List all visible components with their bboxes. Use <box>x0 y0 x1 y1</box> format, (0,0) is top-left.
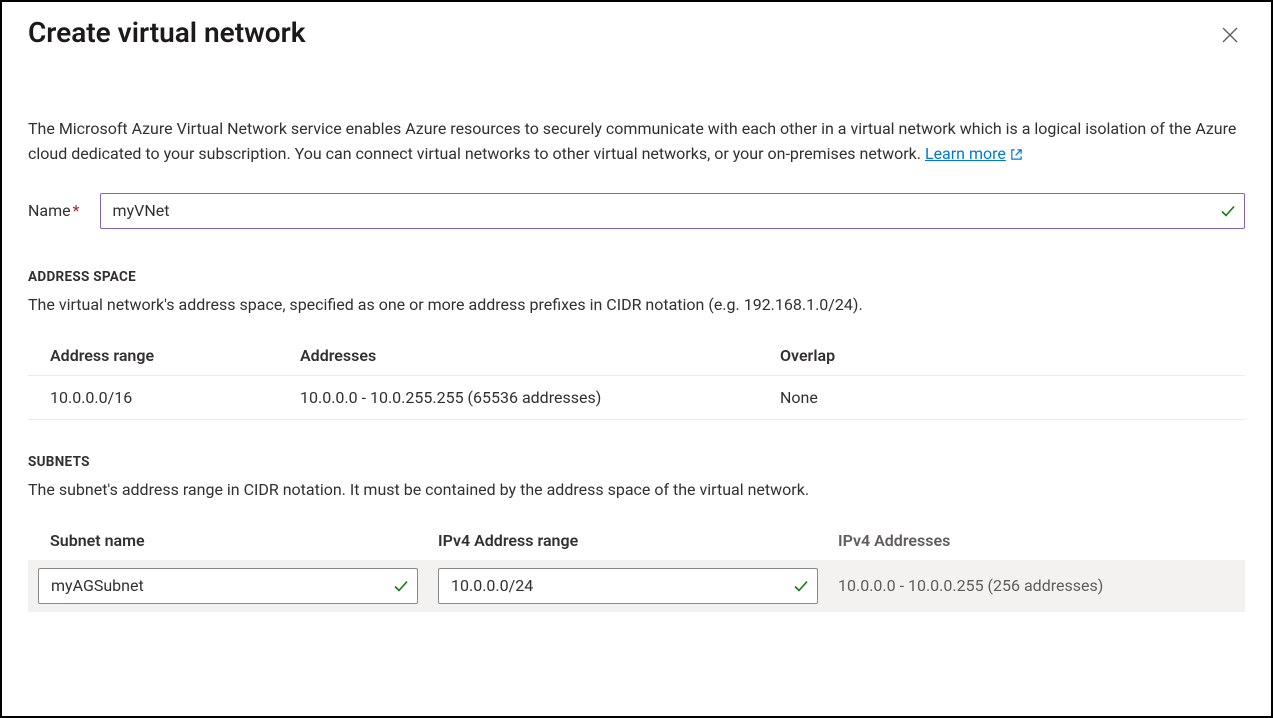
cell-subnet-range <box>428 560 828 612</box>
cell-subnet-addresses: 10.0.0.0 - 10.0.0.255 (256 addresses) <box>828 560 1245 612</box>
cell-overlap: None <box>758 375 1245 419</box>
intro-text: The Microsoft Azure Virtual Network serv… <box>28 119 1236 163</box>
close-button[interactable] <box>1215 20 1245 50</box>
subnets-table: Subnet name IPv4 Address range IPv4 Addr… <box>28 521 1245 612</box>
external-link-icon <box>1010 148 1023 161</box>
valid-check-icon <box>1219 202 1237 220</box>
col-subnet-addresses: IPv4 Addresses <box>828 521 1245 560</box>
learn-more-link[interactable]: Learn more <box>925 142 1023 167</box>
col-addresses: Addresses <box>278 336 758 376</box>
col-overlap: Overlap <box>758 336 1245 376</box>
name-input[interactable] <box>100 193 1245 229</box>
col-subnet-range: IPv4 Address range <box>428 521 828 560</box>
cell-addresses: 10.0.0.0 - 10.0.255.255 (65536 addresses… <box>278 375 758 419</box>
address-space-heading: ADDRESS SPACE <box>28 269 1245 285</box>
panel-title: Create virtual network <box>28 16 306 49</box>
col-subnet-name: Subnet name <box>28 521 428 560</box>
learn-more-label: Learn more <box>925 142 1006 167</box>
close-icon <box>1221 26 1239 44</box>
name-input-wrap <box>100 193 1245 229</box>
cell-subnet-name <box>28 560 428 612</box>
address-space-description: The virtual network's address space, spe… <box>28 295 1245 314</box>
table-row[interactable]: 10.0.0.0/16 10.0.0.0 - 10.0.255.255 (655… <box>28 375 1245 419</box>
required-indicator: * <box>73 201 80 220</box>
col-address-range: Address range <box>28 336 278 376</box>
table-row[interactable]: 10.0.0.0 - 10.0.0.255 (256 addresses) <box>28 560 1245 612</box>
subnets-description: The subnet's address range in CIDR notat… <box>28 480 1245 499</box>
subnet-range-input[interactable] <box>438 568 818 604</box>
table-header-row: Address range Addresses Overlap <box>28 336 1245 376</box>
name-form-row: Name* <box>28 193 1245 229</box>
subnet-name-input[interactable] <box>38 568 418 604</box>
panel-header: Create virtual network <box>28 16 1245 77</box>
cell-address-range: 10.0.0.0/16 <box>28 375 278 419</box>
valid-check-icon <box>392 577 410 595</box>
table-header-row: Subnet name IPv4 Address range IPv4 Addr… <box>28 521 1245 560</box>
valid-check-icon <box>792 577 810 595</box>
create-vnet-panel: Create virtual network The Microsoft Azu… <box>0 0 1273 718</box>
intro-paragraph: The Microsoft Azure Virtual Network serv… <box>28 117 1245 167</box>
address-space-table: Address range Addresses Overlap 10.0.0.0… <box>28 336 1245 420</box>
name-label: Name* <box>28 201 80 220</box>
subnets-heading: SUBNETS <box>28 454 1245 470</box>
